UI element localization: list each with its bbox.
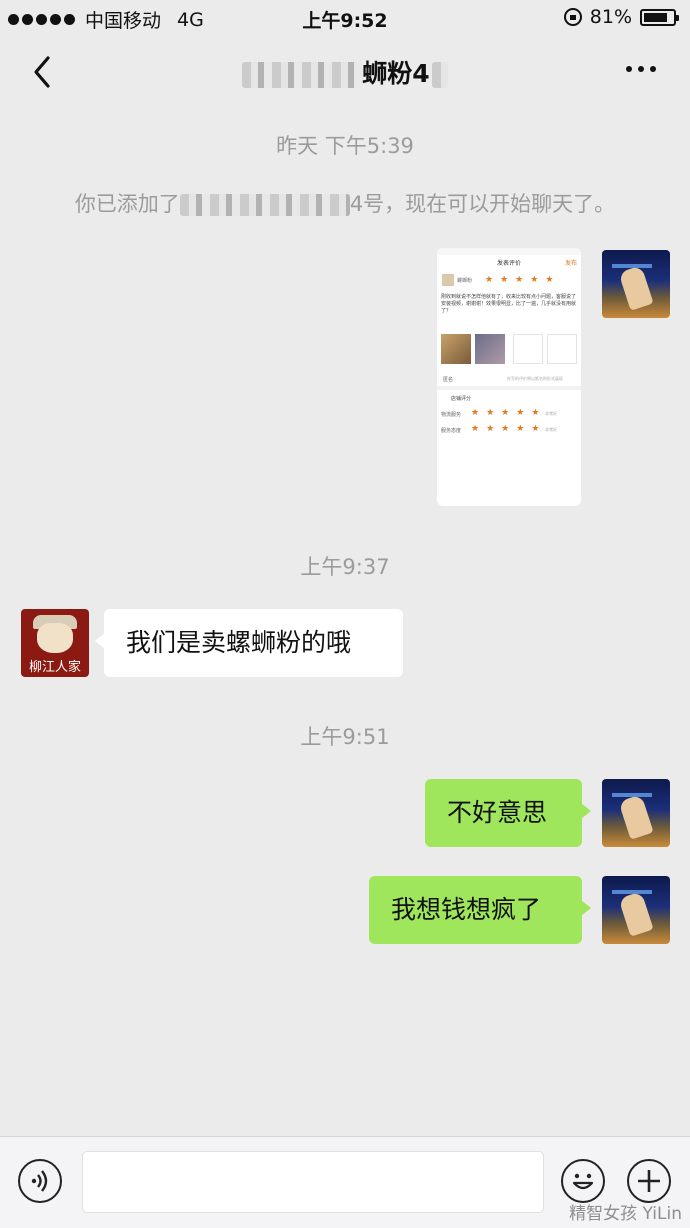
- system-message-prefix: 你已添加了: [74, 192, 180, 216]
- screenshot-rating-2-hint: 非常好: [545, 427, 557, 432]
- system-message-suffix: 4号，现在可以开始聊天了。: [349, 192, 616, 216]
- emoji-icon: [572, 1173, 594, 1190]
- emoji-button[interactable]: [561, 1159, 605, 1203]
- incoming-message[interactable]: 我们是卖螺蛳粉的哦: [95, 609, 403, 677]
- timestamp: 上午9:37: [300, 555, 390, 579]
- star-icon: ★: [516, 408, 525, 418]
- screenshot-header-action: 发布: [564, 260, 577, 267]
- screenshot-rating-1-stars: ★ ★ ★ ★ ★: [471, 409, 539, 418]
- star-icon: ★: [515, 275, 524, 285]
- screenshot-rating-1-hint: 非常好: [545, 411, 557, 416]
- message-input[interactable]: [82, 1151, 544, 1213]
- chat-title: 蛳粉4: [0, 54, 690, 90]
- timestamp: 昨天 下午5:39: [276, 134, 414, 158]
- plus-icon: [638, 1170, 660, 1192]
- screenshot-anonymous-hint: 你写的评价将以匿名的形式展现: [507, 376, 563, 381]
- screenshot-top-stars: ★ ★ ★ ★ ★: [485, 276, 553, 285]
- screenshot-add-video: [547, 334, 577, 364]
- watermark: 精智女孩 YiLin: [569, 1204, 682, 1224]
- star-icon: ★: [531, 424, 540, 434]
- nav-bar: 蛳粉4: [0, 36, 690, 108]
- star-icon: ★: [516, 424, 525, 434]
- input-bar: 精智女孩 YiLin: [0, 1136, 690, 1228]
- battery-icon: [640, 8, 679, 26]
- screenshot-shop-avatar: [442, 274, 454, 286]
- outgoing-message[interactable]: 我想钱想疯了: [369, 876, 591, 944]
- star-icon: ★: [530, 275, 539, 285]
- voice-button[interactable]: [18, 1159, 62, 1203]
- screenshot-rating-2-label: 服务态度: [441, 428, 462, 434]
- star-icon: ★: [501, 408, 510, 418]
- star-icon: ★: [500, 275, 509, 285]
- plus-button[interactable]: [627, 1159, 671, 1203]
- screenshot-shop-name: 螺蛳粉: [457, 278, 473, 284]
- screenshot-photo-1: [441, 334, 471, 364]
- star-icon: ★: [486, 424, 495, 434]
- star-icon: ★: [485, 275, 494, 285]
- redacted-name: [179, 194, 350, 216]
- star-icon: ★: [531, 408, 540, 418]
- contact-avatar[interactable]: 柳江人家: [21, 609, 89, 677]
- star-icon: ★: [471, 424, 480, 434]
- voice-icon: [31, 1170, 48, 1192]
- self-avatar[interactable]: [602, 250, 670, 318]
- orientation-lock-icon: [563, 8, 582, 26]
- system-message: 你已添加了 4号，现在可以开始聊天了。: [0, 188, 690, 218]
- star-icon: ★: [501, 424, 510, 434]
- timestamp: 上午9:51: [300, 725, 390, 749]
- status-bar: 中国移动 4G 上午9:52 81%: [0, 0, 690, 36]
- battery-percent: 81%: [589, 6, 632, 28]
- more-dots-icon: [626, 66, 632, 72]
- screenshot-shop-rating-title: 店铺评分: [451, 396, 472, 402]
- star-icon: ★: [471, 408, 480, 418]
- redacted-name: [242, 62, 363, 88]
- screenshot-photo-2: [475, 334, 505, 364]
- screenshot-rating-2-stars: ★ ★ ★ ★ ★: [471, 425, 539, 434]
- image-message[interactable]: 发表评价 发布 螺蛳粉 ★ ★ ★ ★ ★ 刚收到就说不怎样他就有了，收来比较有点小问题…: [437, 248, 581, 506]
- chat-title-text: 蛳粉4: [362, 59, 430, 88]
- screenshot-status: [437, 248, 581, 255]
- screenshot-rating-1-label: 物流服务: [441, 412, 462, 418]
- screenshot-review-text: 刚收到就说不怎样他就有了，收来比较有点小问题，客服说了安装视频，谢谢谢！效果很明…: [441, 294, 577, 314]
- status-right: 81%: [563, 6, 679, 28]
- self-avatar[interactable]: [602, 779, 670, 847]
- screenshot-add-photo: [513, 334, 543, 364]
- self-avatar[interactable]: [602, 876, 670, 944]
- star-icon: ★: [545, 275, 554, 285]
- screenshot-anonymous-label: 匿名: [443, 377, 454, 383]
- outgoing-message[interactable]: 不好意思: [425, 779, 591, 847]
- more-button[interactable]: [626, 66, 656, 72]
- contact-avatar-text: 柳江人家: [28, 660, 81, 675]
- star-icon: ★: [486, 408, 495, 418]
